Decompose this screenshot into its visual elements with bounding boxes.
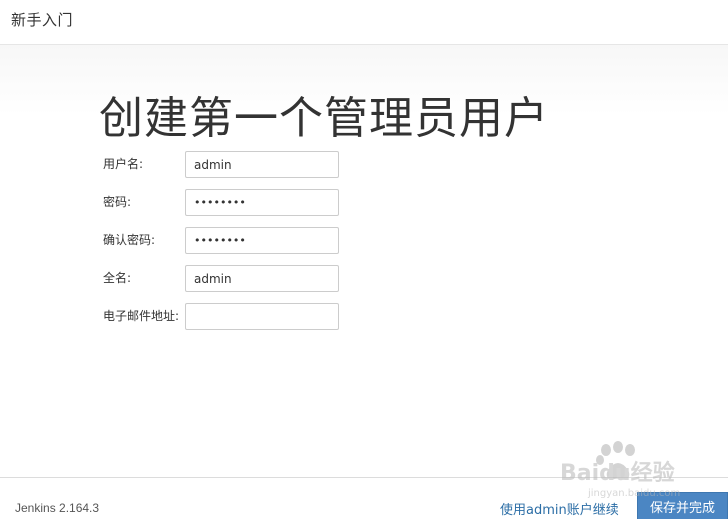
fullname-label: 全名: xyxy=(103,271,132,285)
version-label: Jenkins 2.164.3 xyxy=(15,501,100,515)
email-input[interactable] xyxy=(185,303,339,330)
main-content: 创建第一个管理员用户 用户名: 密码: 确认密码: 全名: 电子邮件地址: xyxy=(0,45,728,477)
confirm-password-row: 确认密码: xyxy=(0,227,728,255)
username-label: 用户名: xyxy=(103,157,144,171)
continue-as-admin-link[interactable]: 使用admin账户继续 xyxy=(500,499,619,518)
confirm-password-label: 确认密码: xyxy=(103,233,156,247)
password-input[interactable] xyxy=(185,189,339,216)
password-row: 密码: xyxy=(0,189,728,217)
email-label: 电子邮件地址: xyxy=(103,309,180,323)
setup-wizard-window: 新手入门 创建第一个管理员用户 用户名: 密码: 确认密码: 全名: 电子邮件地… xyxy=(0,0,728,519)
fullname-input[interactable] xyxy=(185,265,339,292)
wizard-title: 新手入门 xyxy=(11,11,74,29)
save-and-finish-button[interactable]: 保存并完成 xyxy=(637,492,728,519)
page-title: 创建第一个管理员用户 xyxy=(99,93,549,144)
fullname-row: 全名: xyxy=(0,265,728,293)
username-input[interactable] xyxy=(185,151,339,178)
footer: Jenkins 2.164.3 使用admin账户继续 保存并完成 xyxy=(0,477,728,519)
top-bar: 新手入门 xyxy=(0,0,728,45)
password-label: 密码: xyxy=(103,195,132,209)
confirm-password-input[interactable] xyxy=(185,227,339,254)
username-row: 用户名: xyxy=(0,151,728,179)
email-row: 电子邮件地址: xyxy=(0,303,728,331)
